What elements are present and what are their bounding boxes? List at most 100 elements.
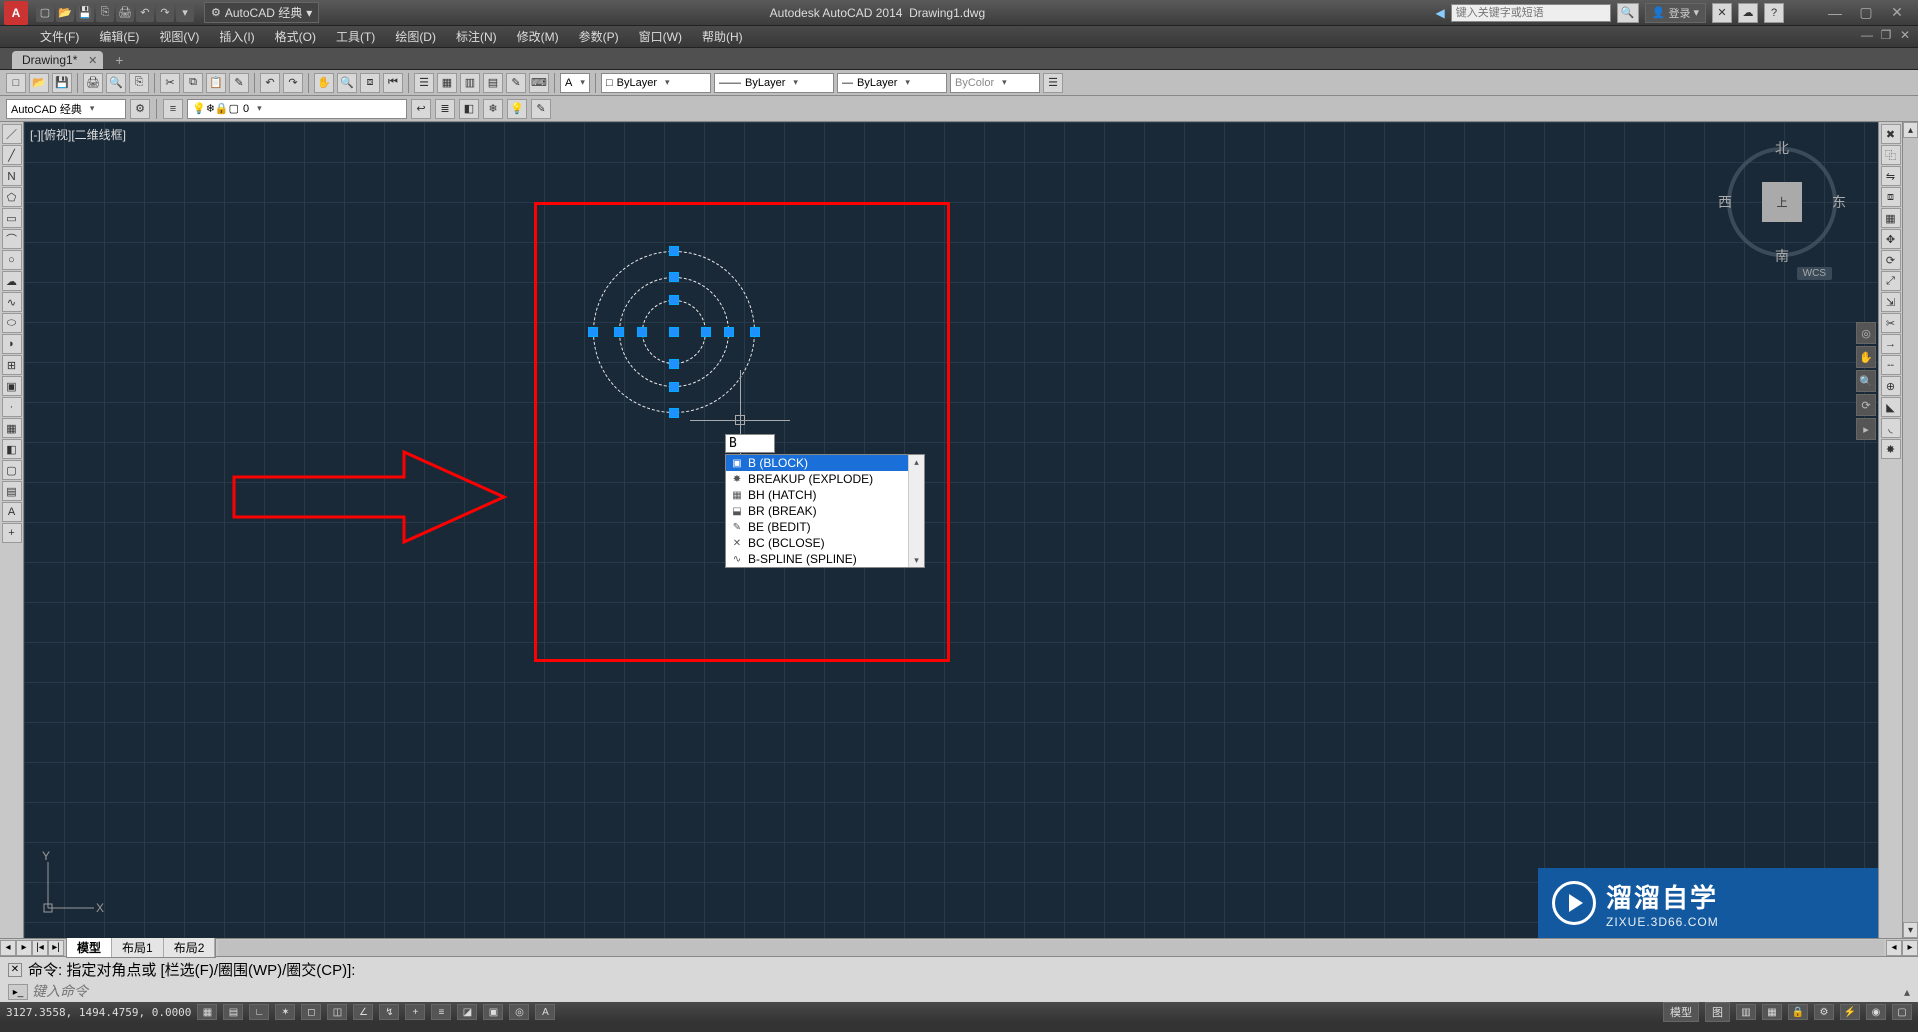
plot-preview-icon[interactable]: 🔍 <box>106 73 126 93</box>
menu-view[interactable]: 视图(V) <box>149 26 209 47</box>
qat-new-icon[interactable]: ▢ <box>36 4 54 22</box>
grip[interactable] <box>614 327 624 337</box>
autocomplete-item[interactable]: ✎BE (BEDIT) <box>726 519 908 535</box>
grid-toggle-icon[interactable]: ▤ <box>223 1004 243 1020</box>
point-icon[interactable]: · <box>2 397 22 417</box>
mtext-icon[interactable]: A <box>2 502 22 522</box>
copy-icon[interactable]: ⧉ <box>183 73 203 93</box>
menu-edit[interactable]: 编辑(E) <box>89 26 149 47</box>
revcloud-icon[interactable]: ☁ <box>2 271 22 291</box>
polygon-icon[interactable]: ⬠ <box>2 187 22 207</box>
nav-orbit-icon[interactable]: ⟳ <box>1856 394 1876 416</box>
grip[interactable] <box>724 327 734 337</box>
autocomplete-scrollbar[interactable]: ▴ ▾ <box>908 455 924 567</box>
sc-toggle-icon[interactable]: ◎ <box>509 1004 529 1020</box>
grip[interactable] <box>669 295 679 305</box>
properties-icon[interactable]: ☰ <box>414 73 434 93</box>
cmd-expand-icon[interactable]: ▴ <box>1904 985 1910 999</box>
snap-toggle-icon[interactable]: ▦ <box>197 1004 217 1020</box>
document-tab-close-icon[interactable]: ✕ <box>88 54 97 67</box>
markup-icon[interactable]: ✎ <box>506 73 526 93</box>
scroll-down-icon[interactable]: ▾ <box>1903 922 1918 938</box>
xline-icon[interactable]: ╱ <box>2 145 22 165</box>
grip[interactable] <box>669 359 679 369</box>
autocomplete-item[interactable]: ⬓BR (BREAK) <box>726 503 908 519</box>
tab-scroll-right-icon[interactable]: ▸ <box>16 940 32 956</box>
sign-in-button[interactable]: 👤 登录 ▾ <box>1645 3 1706 23</box>
pan-icon[interactable]: ✋ <box>314 73 334 93</box>
window-close-button[interactable]: ✕ <box>1882 3 1912 23</box>
viewcube[interactable]: 上 北 南 东 西 <box>1722 142 1842 262</box>
plotstyle-dropdown[interactable]: ByColor <box>950 73 1040 93</box>
list-icon[interactable]: ☰ <box>1043 73 1063 93</box>
menu-file[interactable]: 文件(F) <box>30 26 89 47</box>
array-icon[interactable]: ▦ <box>1881 208 1901 228</box>
rectangle-icon[interactable]: ▭ <box>2 208 22 228</box>
chamfer-icon[interactable]: ◣ <box>1881 397 1901 417</box>
zoom-previous-icon[interactable]: ⏮ <box>383 73 403 93</box>
linetype-dropdown[interactable]: —— ByLayer <box>714 73 834 93</box>
stretch-icon[interactable]: ⇲ <box>1881 292 1901 312</box>
mdi-minimize-button[interactable]: — <box>1858 28 1876 42</box>
dyn-toggle-icon[interactable]: + <box>405 1004 425 1020</box>
scroll-up-icon[interactable]: ▴ <box>909 455 924 469</box>
document-tab[interactable]: Drawing1* ✕ <box>12 51 103 69</box>
extend-icon[interactable]: → <box>1881 334 1901 354</box>
command-input[interactable] <box>32 984 1904 1000</box>
layer-states-icon[interactable]: ≣ <box>435 99 455 119</box>
paste-icon[interactable]: 📋 <box>206 73 226 93</box>
ucs-icon[interactable]: X Y <box>36 850 106 920</box>
drawing-canvas[interactable]: [-][俯视][二维线框] 上 北 南 东 西 WCS ◎ ✋ 🔍 ⟳ ▸ <box>24 122 1878 938</box>
tab-scroll-first-icon[interactable]: |◂ <box>32 940 48 956</box>
qat-open-icon[interactable]: 📂 <box>56 4 74 22</box>
match-icon[interactable]: ✎ <box>229 73 249 93</box>
nav-zoom-icon[interactable]: 🔍 <box>1856 370 1876 392</box>
table-icon[interactable]: ▤ <box>2 481 22 501</box>
scroll-up-icon[interactable]: ▴ <box>1903 122 1918 138</box>
layout2-tab[interactable]: 布局2 <box>164 938 216 957</box>
break-at-icon[interactable]: ╌ <box>1881 355 1901 375</box>
paperspace-label[interactable]: 图 <box>1705 1002 1730 1022</box>
region-icon[interactable]: ▢ <box>2 460 22 480</box>
autocomplete-item[interactable]: ✸BREAKUP (EXPLODE) <box>726 471 908 487</box>
publish-icon[interactable]: ⎘ <box>129 73 149 93</box>
gear-icon[interactable]: ⚙ <box>130 99 150 119</box>
copy-obj-icon[interactable]: ⿻ <box>1881 145 1901 165</box>
rotate-icon[interactable]: ⟳ <box>1881 250 1901 270</box>
hscroll-left-icon[interactable]: ◂ <box>1886 940 1902 956</box>
nav-pan-icon[interactable]: ✋ <box>1856 346 1876 368</box>
design-center-icon[interactable]: ▦ <box>437 73 457 93</box>
nav-showmotion-icon[interactable]: ▸ <box>1856 418 1876 440</box>
layer-dropdown[interactable]: 💡❄🔒▢ 0 <box>187 99 407 119</box>
grip[interactable] <box>637 327 647 337</box>
menu-window[interactable]: 窗口(W) <box>629 26 692 47</box>
autocomplete-item[interactable]: ▦BH (HATCH) <box>726 487 908 503</box>
wcs-label[interactable]: WCS <box>1797 267 1832 280</box>
offset-icon[interactable]: ⧈ <box>1881 187 1901 207</box>
menu-dimension[interactable]: 标注(N) <box>446 26 507 47</box>
qat-saveas-icon[interactable]: ⎘ <box>96 4 114 22</box>
grip[interactable] <box>750 327 760 337</box>
workspace-switch-icon[interactable]: ⚙ <box>1814 1004 1834 1020</box>
modelspace-label[interactable]: 模型 <box>1663 1002 1699 1022</box>
menu-insert[interactable]: 插入(I) <box>209 26 264 47</box>
spline-icon[interactable]: ∿ <box>2 292 22 312</box>
clean-screen-icon[interactable]: ▢ <box>1892 1004 1912 1020</box>
quickview-drawings-icon[interactable]: ▦ <box>1762 1004 1782 1020</box>
new-icon[interactable]: □ <box>6 73 26 93</box>
workspace-dropdown[interactable]: AutoCAD 经典 ▾ <box>204 2 319 23</box>
tab-scroll-last-icon[interactable]: ▸| <box>48 940 64 956</box>
tab-scroll-left-icon[interactable]: ◂ <box>0 940 16 956</box>
viewcube-east[interactable]: 东 <box>1832 192 1846 212</box>
sheet-set-icon[interactable]: ▤ <box>483 73 503 93</box>
ellipsearc-icon[interactable]: ◗ <box>2 334 22 354</box>
hatch-icon[interactable]: ▦ <box>2 418 22 438</box>
undo-icon[interactable]: ↶ <box>260 73 280 93</box>
mdi-close-button[interactable]: ✕ <box>1896 28 1914 42</box>
menu-modify[interactable]: 修改(M) <box>507 26 569 47</box>
ortho-toggle-icon[interactable]: ∟ <box>249 1004 269 1020</box>
menu-draw[interactable]: 绘图(D) <box>385 26 446 47</box>
explode-icon[interactable]: ✸ <box>1881 439 1901 459</box>
scroll-down-icon[interactable]: ▾ <box>909 553 924 567</box>
window-minimize-button[interactable]: — <box>1820 3 1850 23</box>
